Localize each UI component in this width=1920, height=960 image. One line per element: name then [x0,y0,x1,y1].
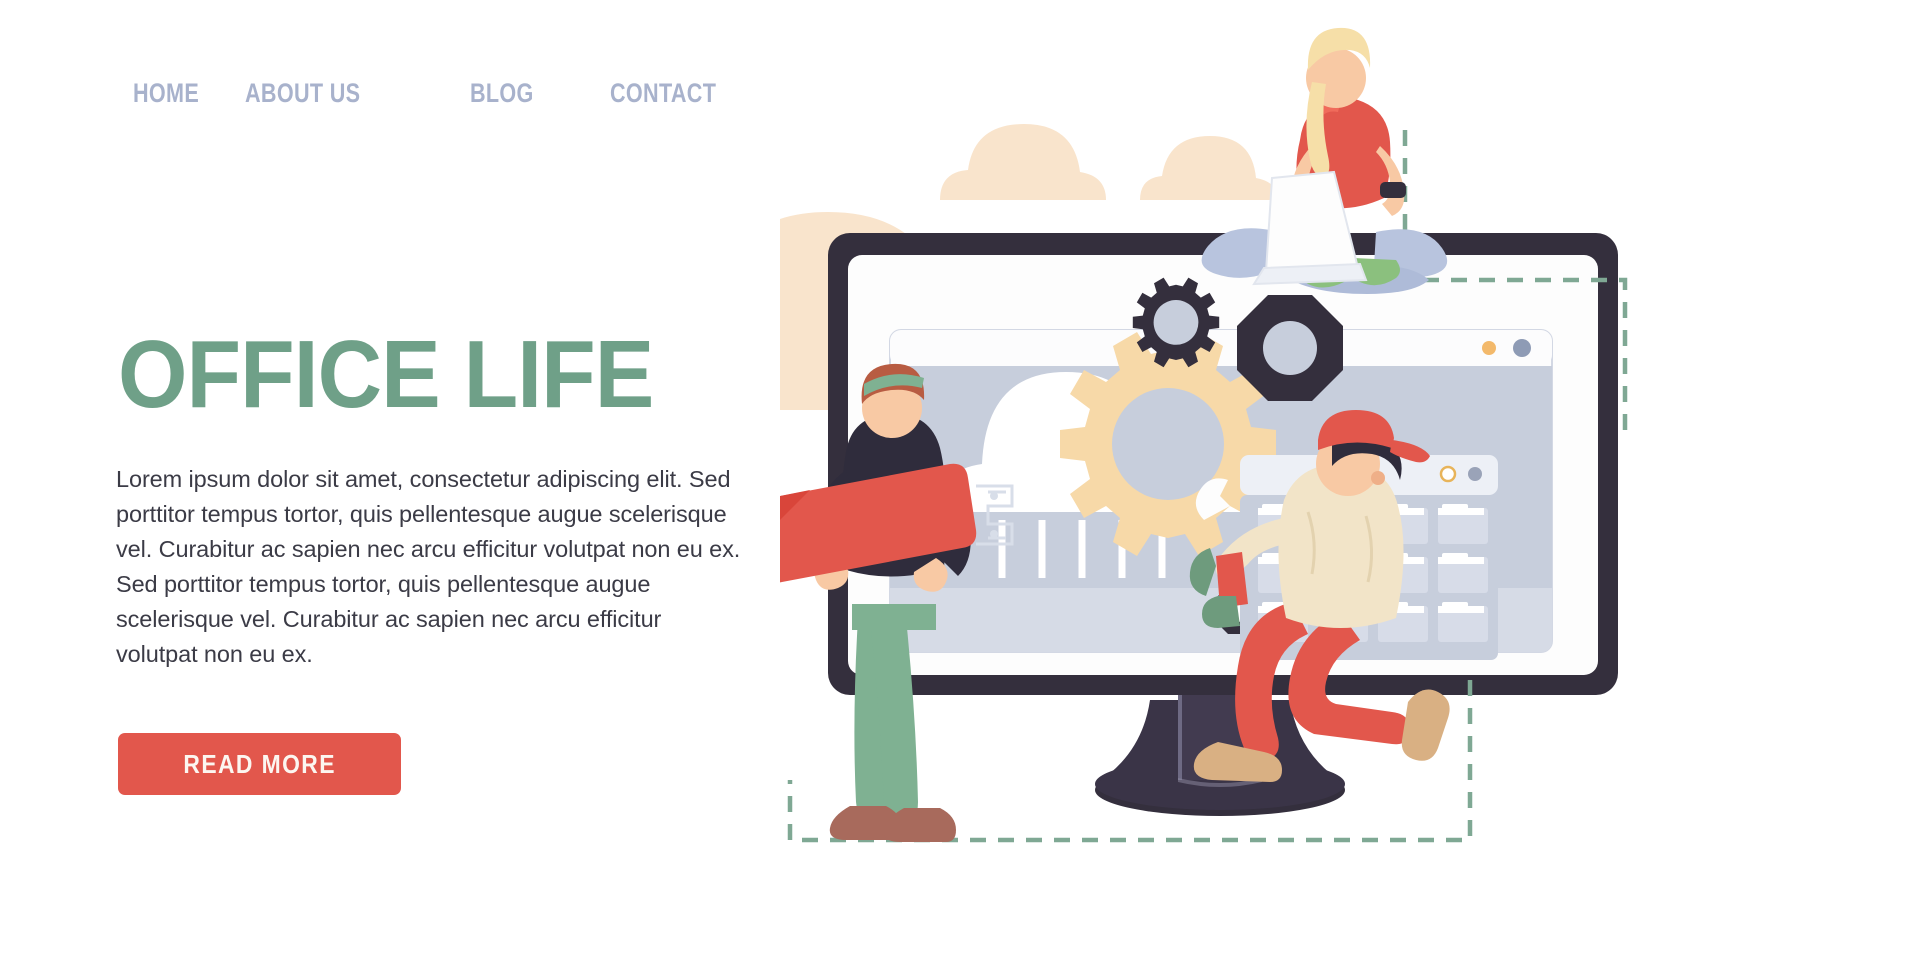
file-window-dot-gray [1468,467,1482,481]
office-life-illustration [780,0,1920,960]
nav-item-about-us[interactable]: ABOUT US [245,78,425,109]
nav-item-contact[interactable]: CONTACT [610,78,770,109]
nav-item-blog[interactable]: BLOG [470,78,582,109]
hero-paragraph: Lorem ipsum dolor sit amet, consectetur … [116,466,741,667]
nav-item-home[interactable]: HOME [133,78,223,109]
browser-dot-orange [1482,341,1496,355]
file-window-dot-orange [1439,465,1457,483]
browser-dot-blue [1513,339,1531,357]
background-cloud-small-left [940,124,1106,200]
dark-octagon-nut [1237,295,1343,401]
landing-page: HOME ABOUT US BLOG CONTACT OFFICE LIFE L… [0,0,1920,960]
page-title: OFFICE LIFE [118,321,654,428]
arm-band [1380,182,1406,198]
read-more-label: READ MORE [183,748,336,779]
main-navigation: HOME ABOUT US BLOG CONTACT [133,78,810,109]
background-cloud-small-right [1140,136,1278,200]
read-more-button[interactable]: READ MORE [118,733,401,795]
